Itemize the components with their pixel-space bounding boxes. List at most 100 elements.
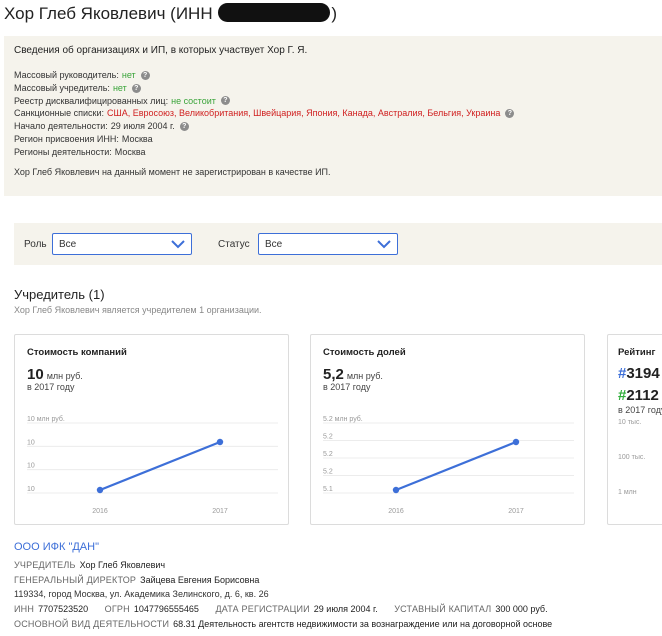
y-tick-label: 5.2 млн руб. <box>323 415 363 423</box>
participation-summary: Сведения об организациях и ИП, в которых… <box>4 36 662 196</box>
x-tick-label: 2016 <box>388 508 404 515</box>
sanctions-value[interactable]: США, Евросоюз, Великобритания, Швейцария… <box>107 107 500 120</box>
rating-card: Рейтинг #3194 #2112 в 2017 году 10 тыс. … <box>607 334 662 525</box>
summary-value: Москва <box>121 133 153 144</box>
rating-tick: 10 тыс. <box>618 419 642 426</box>
card-year: в 2017 году <box>618 405 662 415</box>
redacted-inn <box>218 3 331 22</box>
x-tick-label: 2017 <box>508 508 524 515</box>
org-label: Учредитель <box>14 560 76 570</box>
rating-tick: 100 тыс. <box>618 454 646 461</box>
summary-heading: Сведения об организациях и ИП, в которых… <box>14 45 308 56</box>
y-tick-label: 10 <box>27 486 35 493</box>
companies-value-card: Стоимость компаний 10 млн руб. в 2017 год… <box>14 334 289 525</box>
summary-line-disqualified: Реестр дисквалифицированных лиц: не сост… <box>14 95 514 108</box>
x-tick-label: 2016 <box>92 508 108 515</box>
status-filter-label: Статус <box>218 239 250 250</box>
page-title-suffix: ) <box>331 4 337 23</box>
org-label: Дата регистрации <box>215 604 310 614</box>
summary-label: Начало деятельности: <box>14 121 108 132</box>
summary-line-mass-founder: Массовый учредитель: нет ? <box>14 82 514 95</box>
summary-value: нет <box>112 82 127 93</box>
summary-line-mass-director: Массовый руководитель: нет ? <box>14 69 514 82</box>
summary-line-start-date: Начало деятельности: 29 июля 2004 г. ? <box>14 120 514 133</box>
org-value: 1047796555465 <box>133 604 199 614</box>
founder-section-subtitle: Хор Глеб Яковлевич является учредителем … <box>14 305 262 315</box>
help-icon[interactable]: ? <box>505 109 515 119</box>
org-value: Хор Глеб Яковлевич <box>79 560 166 570</box>
summary-value: не состоит <box>171 95 216 106</box>
summary-label: Санкционные списки: <box>14 108 104 119</box>
org-founder-row: Учредитель Хор Глеб Яковлевич <box>14 560 179 570</box>
summary-line-inn-region: Регион присвоения ИНН: Москва <box>14 133 514 146</box>
help-icon[interactable]: ? <box>220 96 230 106</box>
summary-value: Москва <box>114 146 146 157</box>
rating-number: 3194 <box>626 365 660 382</box>
org-label: Уставный капитал <box>394 604 492 614</box>
card-year: в 2017 году <box>323 382 371 392</box>
card-value-unit: млн руб. <box>346 371 383 381</box>
summary-label: Массовый руководитель: <box>14 70 119 80</box>
role-select-value: Все <box>59 239 77 250</box>
org-value: 300 000 руб. <box>495 604 548 614</box>
data-point <box>216 438 224 446</box>
help-icon[interactable]: ? <box>140 70 150 80</box>
series-line <box>99 440 221 492</box>
help-icon[interactable]: ? <box>179 122 189 132</box>
y-tick-label: 10 <box>27 439 35 446</box>
org-value: 68.31 Деятельность агентств недвижимости… <box>173 619 553 629</box>
org-label: ИНН <box>14 604 35 614</box>
summary-lines: Массовый руководитель: нет ? Массовый уч… <box>14 69 515 159</box>
org-value: Зайцева Евгения Борисовна <box>140 575 260 585</box>
page-header: Хор Глеб Яковлевич (ИНН ) <box>0 0 662 30</box>
org-label: Основной вид деятельности <box>14 619 170 629</box>
y-tick-label: 5.2 <box>323 434 333 441</box>
card-value-number: 10 <box>27 366 44 383</box>
help-icon[interactable]: ? <box>131 83 141 93</box>
org-label: ОГРН <box>104 604 130 614</box>
org-value: 29 июля 2004 г. <box>313 604 378 614</box>
card-value-unit: млн руб. <box>46 371 83 381</box>
card-value-number: 5,2 <box>323 366 344 383</box>
role-select[interactable]: Все <box>52 233 192 255</box>
card-title: Стоимость долей <box>323 347 406 358</box>
summary-value: 29 июля 2004 г. <box>110 121 175 132</box>
data-point <box>392 486 400 494</box>
status-select-value: Все <box>265 239 283 250</box>
org-activity-row: Основной вид деятельности 68.31 Деятельно… <box>14 619 566 629</box>
rating-tick: 1 млн <box>618 489 637 496</box>
rating-value-2: #2112 <box>618 387 659 404</box>
status-select[interactable]: Все <box>258 233 398 255</box>
y-tick-label: 5.2 <box>323 469 333 476</box>
summary-label: Регион присвоения ИНН: <box>14 133 119 144</box>
data-point <box>512 438 520 446</box>
role-filter-label: Роль <box>24 239 47 250</box>
y-tick-label: 10 млн руб. <box>27 415 65 423</box>
card-title: Стоимость компаний <box>27 347 127 358</box>
filter-bar: Роль Все Статус Все <box>14 223 662 265</box>
founder-section-title: Учредитель (1) <box>14 287 105 302</box>
summary-line-sanctions: Санкционные списки: США, Евросоюз, Велик… <box>14 107 515 120</box>
org-director-row: Генеральный директор Зайцева Евгения Бори… <box>14 575 273 585</box>
card-title: Рейтинг <box>618 347 656 358</box>
organization-name-link[interactable]: ООО ИФК "ДАН" <box>14 541 99 553</box>
series-line <box>395 440 517 492</box>
rating-value-1: #3194 <box>618 365 660 382</box>
y-tick-label: 5.1 <box>323 486 333 493</box>
companies-value-chart: 10 млн руб. 10 10 10 2016 2017 <box>27 415 278 515</box>
summary-label: Реестр дисквалифицированных лиц: <box>14 95 169 106</box>
page-title: Хор Глеб Яковлевич (ИНН ) <box>4 3 337 24</box>
summary-value: нет <box>121 70 136 80</box>
rating-number: 2112 <box>626 387 659 404</box>
org-value: 7707523520 <box>38 604 89 614</box>
data-point <box>96 486 104 494</box>
summary-label: Регионы деятельности: <box>14 146 112 157</box>
shares-value-card: Стоимость долей 5,2 млн руб. в 2017 году … <box>310 334 585 525</box>
shares-value-chart: 5.2 млн руб. 5.2 5.2 5.2 5.1 2016 2017 <box>323 415 574 515</box>
x-tick-label: 2017 <box>212 508 228 515</box>
y-tick-label: 10 <box>27 463 35 470</box>
summary-line-activity-regions: Регионы деятельности: Москва <box>14 146 514 159</box>
org-label: Генеральный директор <box>14 575 137 585</box>
card-year: в 2017 году <box>27 382 75 392</box>
org-ids-row: ИНН 7707523520 ОГРН 1047796555465 Дата рег… <box>14 604 562 614</box>
